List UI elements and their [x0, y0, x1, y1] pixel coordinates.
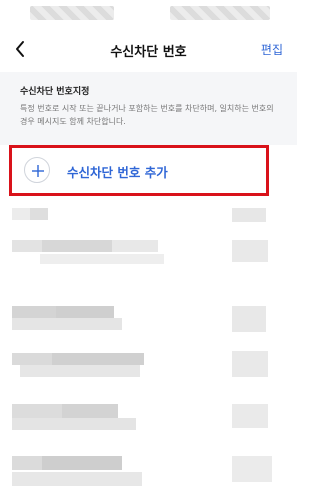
navigation-bar: 수신차단 번호 편집 [0, 30, 297, 70]
blurred-content [52, 353, 144, 365]
blurred-content [42, 456, 122, 470]
blurred-content [12, 318, 122, 330]
blurred-content [12, 306, 56, 318]
list-item[interactable] [0, 448, 297, 500]
blurred-content [232, 306, 266, 332]
blurred-content [56, 306, 114, 318]
status-bar [0, 0, 297, 28]
blurred-content [42, 240, 112, 252]
list-item[interactable] [0, 300, 297, 340]
blurred-content [12, 418, 136, 430]
blurred-content [232, 351, 268, 377]
plus-circle [24, 157, 50, 183]
plus-icon [32, 165, 44, 177]
blurred-content [12, 240, 42, 252]
list-item[interactable] [0, 232, 297, 272]
blurred-content [232, 456, 272, 482]
list-item[interactable] [0, 345, 297, 385]
blurred-content [232, 208, 266, 222]
add-button-label: 수신차단 번호 추가 [67, 165, 168, 180]
list-item[interactable] [0, 398, 297, 438]
blurred-content [12, 208, 30, 220]
status-bar-blurred-right [170, 6, 270, 20]
blurred-content [62, 404, 118, 418]
blurred-content [232, 240, 268, 262]
blurred-content [12, 404, 62, 418]
edit-button[interactable]: 편집 [261, 41, 283, 58]
blurred-content [112, 240, 158, 252]
blurred-content [12, 472, 142, 486]
blurred-content [12, 456, 42, 470]
status-bar-blurred-left [30, 6, 114, 20]
blurred-content [30, 208, 48, 220]
add-blocked-number-button[interactable]: 수신차단 번호 추가 [9, 145, 269, 196]
blurred-content [12, 353, 52, 365]
blurred-content [232, 404, 268, 428]
blurred-content [20, 365, 140, 377]
info-description: 특정 번호로 시작 또는 끝나거나 포함하는 번호를 차단하며, 일치하는 번호… [20, 104, 274, 126]
blurred-content [40, 254, 164, 264]
page-title: 수신차단 번호 [110, 45, 187, 60]
info-section: 수신차단 번호지정 특정 번호로 시작 또는 끝나거나 포함하는 번호를 차단하… [0, 72, 297, 145]
info-title: 수신차단 번호지정 [20, 87, 90, 97]
